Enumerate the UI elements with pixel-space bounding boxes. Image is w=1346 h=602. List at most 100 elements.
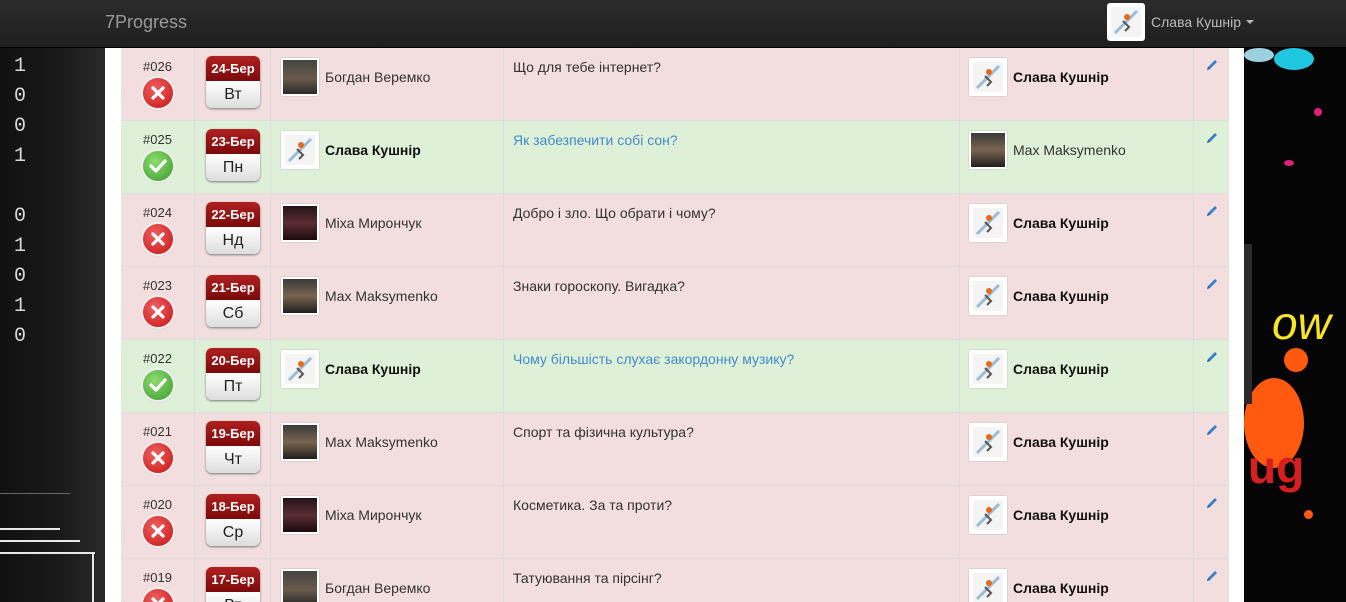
date-cell: 24-Бер Вт — [194, 48, 270, 120]
moderator-name[interactable]: Слава Кушнір — [1013, 434, 1109, 450]
moderator-avatar[interactable] — [969, 496, 1007, 534]
chevron-down-icon — [1246, 20, 1255, 24]
table-row: #022 20-Бер Пт Слава Кушнір Чому більшіс… — [121, 339, 1229, 412]
paint-splat — [1314, 108, 1322, 116]
author-cell: Max Maksymenko — [270, 413, 503, 485]
circuit-line — [0, 528, 60, 530]
topic-cell: Чому більшість слухає закордонну музику? — [503, 340, 959, 412]
moderator-cell: Слава Кушнір — [959, 267, 1193, 339]
author-cell: Слава Кушнір — [270, 340, 503, 412]
number-cell: #019 — [121, 559, 194, 602]
user-avatar — [1107, 3, 1145, 41]
calendar-date: 22-Бер — [206, 202, 260, 227]
edit-cell — [1193, 48, 1229, 120]
graffiti-red: ug — [1248, 441, 1305, 493]
error-x-icon — [142, 297, 173, 327]
error-x-icon — [142, 443, 173, 473]
author-avatar[interactable] — [281, 277, 319, 315]
moderator-name[interactable]: Max Maksymenko — [1013, 142, 1126, 158]
topic-title: Що для тебе інтернет? — [513, 59, 661, 75]
moderator-avatar[interactable] — [969, 569, 1007, 602]
author-cell: Міха Мирончук — [270, 194, 503, 266]
author-avatar[interactable] — [281, 204, 319, 242]
author-name[interactable]: Max Maksymenko — [325, 434, 438, 450]
pencil-icon[interactable] — [1205, 204, 1219, 221]
calendar-weekday: Сб — [206, 300, 260, 327]
author-avatar[interactable] — [281, 569, 319, 602]
calendar-icon: 23-Бер Пн — [206, 129, 260, 181]
debate-number: #024 — [143, 205, 172, 220]
date-cell: 19-Бер Чт — [194, 413, 270, 485]
table-row: #021 19-Бер Чт Max Maksymenko Спорт та ф… — [121, 412, 1229, 485]
circuit-line — [0, 552, 95, 554]
pencil-icon[interactable] — [1205, 423, 1219, 440]
calendar-weekday: Пн — [206, 154, 260, 181]
binary-digit — [14, 172, 26, 202]
topic-cell: Косметика. За та проти? — [503, 486, 959, 558]
calendar-date: 23-Бер — [206, 129, 260, 154]
author-name[interactable]: Слава Кушнір — [325, 361, 421, 377]
background-right-art: ow ug — [1244, 48, 1346, 602]
edit-cell — [1193, 559, 1229, 602]
topic-cell: Спорт та фізична культура? — [503, 413, 959, 485]
calendar-icon: 24-Бер Вт — [206, 56, 260, 108]
moderator-cell: Слава Кушнір — [959, 340, 1193, 412]
moderator-avatar[interactable] — [969, 204, 1007, 242]
calendar-icon: 21-Бер Сб — [206, 275, 260, 327]
author-name[interactable]: Міха Мирончук — [325, 507, 422, 523]
number-cell: #020 — [121, 486, 194, 558]
moderator-name[interactable]: Слава Кушнір — [1013, 215, 1109, 231]
topic-title: Спорт та фізична культура? — [513, 424, 694, 440]
paint-splat — [1284, 348, 1308, 372]
moderator-name[interactable]: Слава Кушнір — [1013, 288, 1109, 304]
edit-cell — [1193, 267, 1229, 339]
author-name[interactable]: Слава Кушнір — [325, 142, 421, 158]
moderator-name[interactable]: Слава Кушнір — [1013, 69, 1109, 85]
date-cell: 21-Бер Сб — [194, 267, 270, 339]
pencil-icon[interactable] — [1205, 350, 1219, 367]
author-avatar[interactable] — [281, 58, 319, 96]
debate-number: #021 — [143, 424, 172, 439]
moderator-name[interactable]: Слава Кушнір — [1013, 361, 1109, 377]
main-container: #026 24-Бер Вт Богдан Веремко Що для теб… — [105, 48, 1244, 602]
table-row: #019 17-Бер Вт Богдан Веремко Татуювання… — [121, 558, 1229, 602]
moderator-avatar[interactable] — [969, 350, 1007, 388]
calendar-weekday: Вт — [206, 592, 260, 602]
author-avatar[interactable] — [281, 496, 319, 534]
author-avatar[interactable] — [281, 423, 319, 461]
calendar-weekday: Чт — [206, 446, 260, 473]
number-cell: #023 — [121, 267, 194, 339]
moderator-name[interactable]: Слава Кушнір — [1013, 580, 1109, 596]
moderator-cell: Max Maksymenko — [959, 121, 1193, 193]
moderator-avatar[interactable] — [969, 58, 1007, 96]
debate-number: #026 — [143, 59, 172, 74]
calendar-icon: 20-Бер Пт — [206, 348, 260, 400]
author-avatar[interactable] — [281, 131, 319, 169]
moderator-avatar[interactable] — [969, 423, 1007, 461]
author-name[interactable]: Max Maksymenko — [325, 288, 438, 304]
moderator-avatar[interactable] — [969, 277, 1007, 315]
pencil-icon[interactable] — [1205, 569, 1219, 586]
debate-number: #020 — [143, 497, 172, 512]
binary-digit: 0 — [14, 205, 27, 228]
moderator-avatar[interactable] — [969, 131, 1007, 169]
pencil-icon[interactable] — [1205, 277, 1219, 294]
debate-number: #023 — [143, 278, 172, 293]
author-name[interactable]: Богдан Веремко — [325, 580, 430, 596]
author-name[interactable]: Богдан Веремко — [325, 69, 430, 85]
pencil-icon[interactable] — [1205, 131, 1219, 148]
brand-logo[interactable]: 7Progress — [105, 12, 187, 33]
date-cell: 23-Бер Пн — [194, 121, 270, 193]
topic-cell: Добро і зло. Що обрати і чому? — [503, 194, 959, 266]
author-avatar[interactable] — [281, 350, 319, 388]
user-menu-dropdown[interactable]: Слава Кушнір — [1107, 2, 1255, 42]
background-left-art: 1 0 0 1 0 1 0 1 0 — [0, 0, 105, 602]
top-navbar: 7Progress Слава Кушнір — [0, 0, 1346, 48]
pencil-icon[interactable] — [1205, 496, 1219, 513]
author-name[interactable]: Міха Мирончук — [325, 215, 422, 231]
circuit-line — [0, 540, 80, 542]
moderator-name[interactable]: Слава Кушнір — [1013, 507, 1109, 523]
calendar-icon: 18-Бер Ср — [206, 494, 260, 546]
circuit-line — [92, 552, 94, 602]
pencil-icon[interactable] — [1205, 58, 1219, 75]
